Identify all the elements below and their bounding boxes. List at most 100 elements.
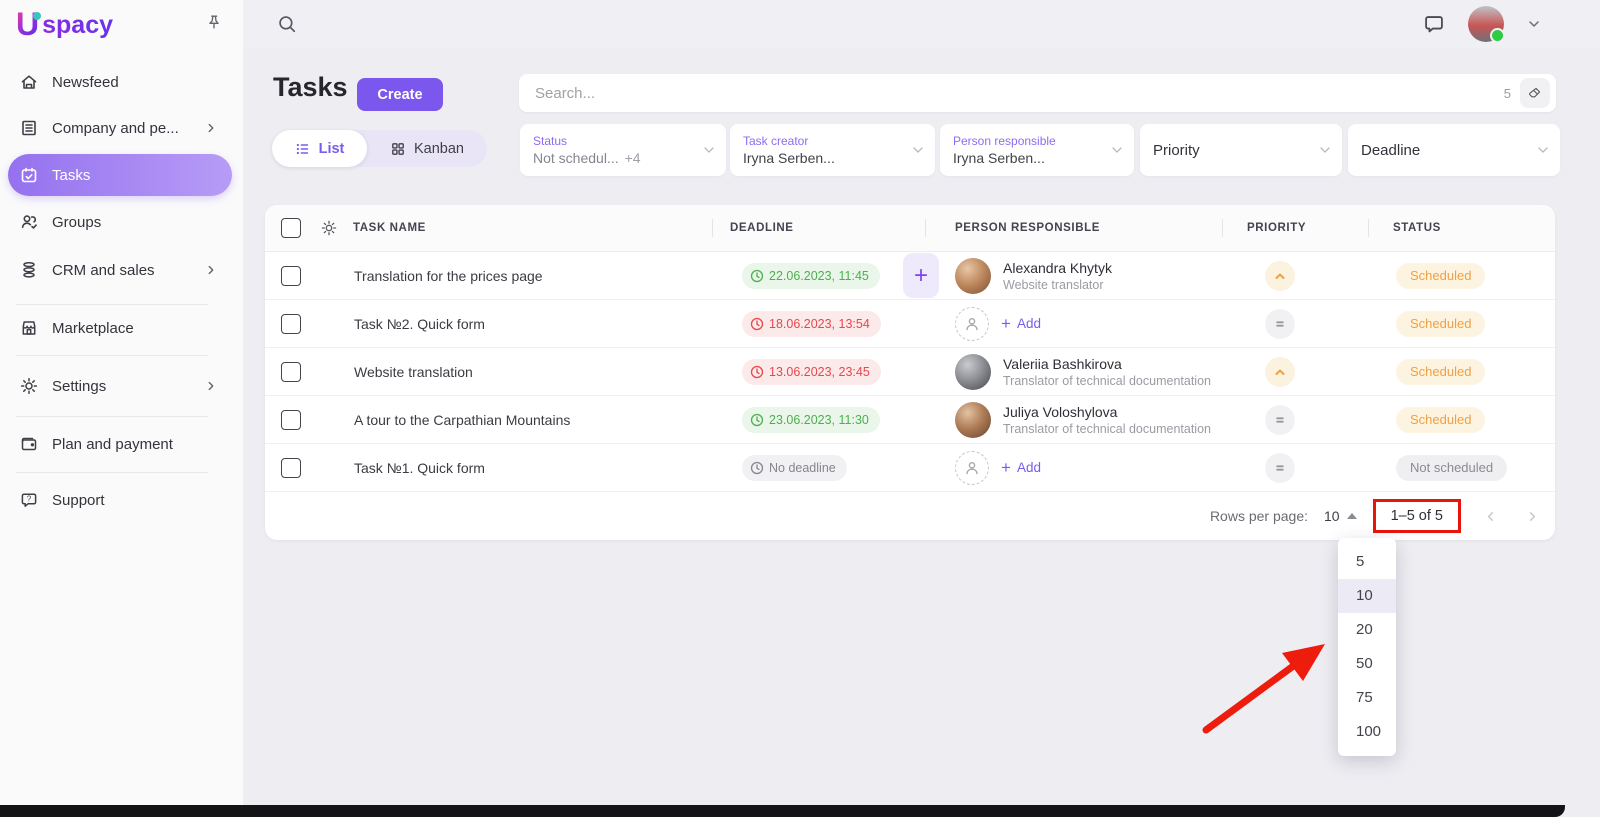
table-row[interactable]: Website translation 13.06.2023, 23:45 Va… xyxy=(265,348,1555,396)
assignee-avatar[interactable] xyxy=(955,258,991,294)
priority-medium-icon[interactable] xyxy=(1265,309,1295,339)
filter-person-responsible[interactable]: Person responsible Iryna Serben... xyxy=(940,124,1134,176)
table-row[interactable]: Translation for the prices page 22.06.20… xyxy=(265,252,1555,300)
assignee-avatar[interactable] xyxy=(955,354,991,390)
column-header-task-name[interactable]: TASK NAME xyxy=(353,222,426,234)
store-icon xyxy=(19,318,39,338)
rows-per-page-select[interactable]: 10 xyxy=(1324,508,1357,524)
clock-icon xyxy=(750,461,764,475)
sidebar-item-company[interactable]: Company and pe... xyxy=(8,106,232,150)
search-input[interactable] xyxy=(533,84,1504,103)
row-checkbox[interactable] xyxy=(281,410,301,430)
priority-medium-icon[interactable] xyxy=(1265,453,1295,483)
sidebar-item-newsfeed[interactable]: Newsfeed xyxy=(8,60,232,104)
assignee-name[interactable]: Juliya Voloshylova xyxy=(1003,403,1211,421)
triangle-up-icon xyxy=(1347,513,1357,519)
prev-page-button[interactable] xyxy=(1477,503,1503,529)
filter-status[interactable]: Status Not schedul...+4 xyxy=(520,124,726,176)
row-checkbox[interactable] xyxy=(281,362,301,382)
task-name[interactable]: Task №2. Quick form xyxy=(354,316,485,332)
priority-high-icon[interactable] xyxy=(1265,261,1295,291)
account-chevron-down-icon[interactable] xyxy=(1526,16,1542,32)
uspacy-logo[interactable]: Uspacy xyxy=(16,8,113,42)
online-status-dot xyxy=(1490,28,1505,43)
sidebar-divider xyxy=(16,355,208,356)
sidebar-item-crm[interactable]: CRM and sales xyxy=(8,248,232,292)
sidebar-item-label: Groups xyxy=(52,214,101,231)
status-badge: Scheduled xyxy=(1396,359,1485,385)
rows-per-page-value: 10 xyxy=(1324,508,1340,524)
table-row[interactable]: Task №1. Quick form No deadline +Add Not… xyxy=(265,444,1555,492)
gear-icon xyxy=(19,376,39,396)
pin-sidebar-icon[interactable] xyxy=(205,13,223,31)
task-name[interactable]: Task №1. Quick form xyxy=(354,460,485,476)
sidebar-item-label: Settings xyxy=(52,378,106,395)
sidebar-item-label: CRM and sales xyxy=(52,262,155,279)
status-badge: Scheduled xyxy=(1396,311,1485,337)
clear-filters-button[interactable] xyxy=(1520,78,1550,108)
table-row[interactable]: Task №2. Quick form 18.06.2023, 13:54 +A… xyxy=(265,300,1555,348)
empty-assignee-icon[interactable] xyxy=(955,307,989,341)
sidebar-item-tasks[interactable]: Tasks xyxy=(8,154,232,196)
row-checkbox[interactable] xyxy=(281,458,301,478)
column-header-person[interactable]: PERSON RESPONSIBLE xyxy=(925,205,1222,251)
plus-icon: + xyxy=(1001,317,1011,331)
assignee-avatar[interactable] xyxy=(955,402,991,438)
sidebar-item-label: Marketplace xyxy=(52,320,134,337)
list-view-icon xyxy=(295,141,311,157)
sidebar-item-marketplace[interactable]: Marketplace xyxy=(8,306,232,350)
deadline-chip: 13.06.2023, 23:45 xyxy=(742,359,881,385)
rows-option-20[interactable]: 20 xyxy=(1338,613,1396,647)
add-assignee-link[interactable]: +Add xyxy=(1001,316,1041,331)
filter-person-label: Person responsible xyxy=(953,133,1106,149)
row-checkbox[interactable] xyxy=(281,266,301,286)
view-toggle-list[interactable]: List xyxy=(272,130,367,167)
rows-option-10[interactable]: 10 xyxy=(1338,579,1396,613)
row-checkbox[interactable] xyxy=(281,314,301,334)
sidebar-header: Uspacy xyxy=(0,0,243,48)
global-search-icon[interactable] xyxy=(276,13,298,35)
assignee-name[interactable]: Alexandra Khytyk xyxy=(1003,259,1112,277)
rows-option-100[interactable]: 100 xyxy=(1338,715,1396,749)
add-assignee-link[interactable]: +Add xyxy=(1001,460,1041,475)
main-content: Tasks Create 5 List Kanban Status Not sc… xyxy=(243,48,1600,817)
chevron-down-icon xyxy=(1317,142,1333,158)
sidebar-item-groups[interactable]: Groups xyxy=(8,200,232,244)
create-task-button[interactable]: Create xyxy=(357,78,443,111)
page-title: Tasks xyxy=(273,72,348,103)
priority-medium-icon[interactable] xyxy=(1265,405,1295,435)
table-settings-gear-icon[interactable] xyxy=(320,219,338,237)
filter-priority[interactable]: Priority xyxy=(1140,124,1342,176)
rows-per-page-label: Rows per page: xyxy=(1210,508,1308,524)
filter-deadline[interactable]: Deadline xyxy=(1348,124,1560,176)
plus-icon: + xyxy=(1001,461,1011,475)
select-all-checkbox[interactable] xyxy=(281,218,301,238)
deadline-chip: 22.06.2023, 11:45 xyxy=(742,263,880,289)
sidebar-item-plan-payment[interactable]: Plan and payment xyxy=(8,422,232,466)
column-header-priority[interactable]: PRIORITY xyxy=(1222,205,1368,251)
sidebar-item-label: Support xyxy=(52,492,105,509)
task-name[interactable]: A tour to the Carpathian Mountains xyxy=(354,412,570,428)
logo-dot xyxy=(33,12,41,20)
filter-task-creator[interactable]: Task creator Iryna Serben... xyxy=(730,124,935,176)
kanban-view-icon xyxy=(390,141,406,157)
sidebar-item-settings[interactable]: Settings xyxy=(8,364,232,408)
table-row[interactable]: A tour to the Carpathian Mountains 23.06… xyxy=(265,396,1555,444)
column-header-status[interactable]: STATUS xyxy=(1368,205,1555,251)
chat-icon[interactable] xyxy=(1422,12,1446,36)
view-toggle-kanban[interactable]: Kanban xyxy=(367,130,487,167)
clock-icon xyxy=(750,317,764,331)
priority-high-icon[interactable] xyxy=(1265,357,1295,387)
task-name[interactable]: Website translation xyxy=(354,364,473,380)
rows-option-50[interactable]: 50 xyxy=(1338,647,1396,681)
sidebar-item-support[interactable]: ? Support xyxy=(8,478,232,522)
assignee-name[interactable]: Valeriia Bashkirova xyxy=(1003,355,1211,373)
quick-add-button[interactable]: + xyxy=(903,253,939,298)
rows-option-75[interactable]: 75 xyxy=(1338,681,1396,715)
column-header-deadline[interactable]: DEADLINE xyxy=(712,205,925,251)
rows-option-5[interactable]: 5 xyxy=(1338,545,1396,579)
next-page-button[interactable] xyxy=(1519,503,1545,529)
task-name[interactable]: Translation for the prices page xyxy=(354,268,543,284)
empty-assignee-icon[interactable] xyxy=(955,451,989,485)
user-avatar[interactable] xyxy=(1468,6,1504,42)
